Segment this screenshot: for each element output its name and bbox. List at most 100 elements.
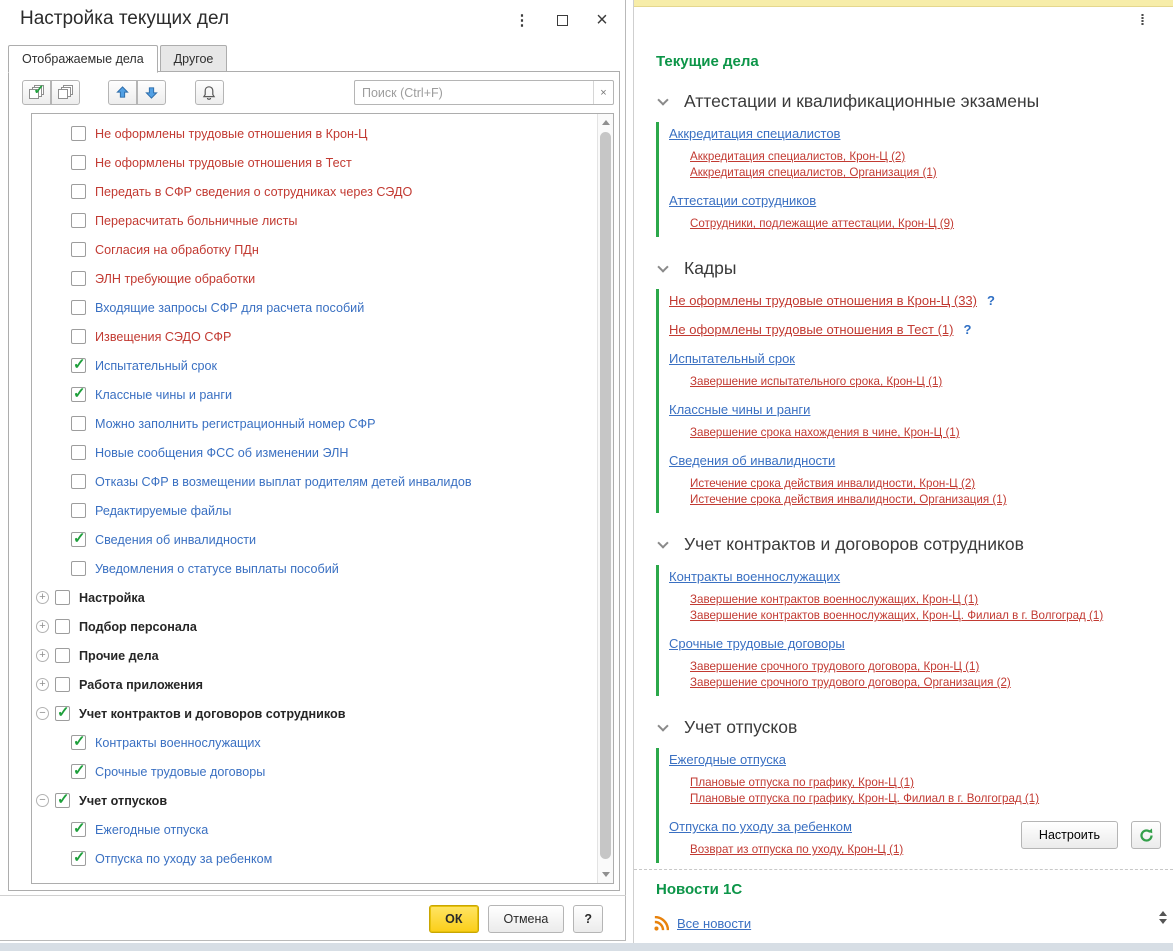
all-news-link[interactable]: Все новости	[677, 916, 751, 931]
task-group-link[interactable]: Не оформлены трудовые отношения в Крон-Ц…	[669, 293, 977, 308]
tab-other[interactable]: Другое	[159, 45, 228, 72]
task-group-link[interactable]: Сведения об инвалидности	[669, 453, 835, 468]
task-item-link[interactable]: Завершение срочного трудового договора, …	[690, 659, 1173, 675]
tree-item-row[interactable]: Редактируемые файлы	[33, 496, 595, 525]
section-header[interactable]: Кадры	[658, 257, 1173, 279]
check-all-button[interactable]: ✓	[22, 80, 51, 105]
tree-group-row[interactable]: − Учет контрактов и договоров сотрудников	[33, 699, 595, 728]
checkbox[interactable]	[71, 474, 86, 489]
move-up-button[interactable]	[108, 80, 138, 105]
tree-group-row[interactable]: + Прочие дела	[33, 641, 595, 670]
tree-item-row[interactable]: Испытательный срок	[33, 351, 595, 380]
search-clear-icon[interactable]: ×	[593, 81, 613, 104]
refresh-button[interactable]	[1131, 821, 1161, 849]
checkbox[interactable]	[71, 416, 86, 431]
expand-icon[interactable]: +	[36, 591, 49, 604]
task-item-link[interactable]: Завершение срочного трудового договора, …	[690, 675, 1173, 691]
help-question-icon[interactable]: ?	[964, 322, 972, 337]
close-icon[interactable]: ×	[589, 8, 615, 32]
checkbox[interactable]	[71, 819, 86, 837]
task-item-link[interactable]: Истечение срока действия инвалидности, К…	[690, 476, 1173, 492]
task-item-link[interactable]: Завершение испытательного срока, Крон-Ц …	[690, 374, 1173, 390]
configure-button[interactable]: Настроить	[1020, 821, 1118, 849]
tree-item-row[interactable]: Контракты военнослужащих	[33, 728, 595, 757]
collapse-icon[interactable]: −	[36, 707, 49, 720]
tree-item-row[interactable]: Не оформлены трудовые отношения в Тест	[33, 148, 595, 177]
task-item-link[interactable]: Завершение контрактов военнослужащих, Кр…	[690, 608, 1173, 624]
tree-item-row[interactable]: Отпуска по уходу за ребенком	[33, 844, 595, 873]
checkbox[interactable]	[71, 561, 86, 576]
checkbox[interactable]	[55, 590, 70, 605]
tree-item-row[interactable]: Сведения об инвалидности	[33, 525, 595, 554]
tree-item-row[interactable]: Входящие запросы СФР для расчета пособий	[33, 293, 595, 322]
checkbox[interactable]	[71, 355, 86, 373]
tree-item-row[interactable]: Согласия на обработку ПДн	[33, 235, 595, 264]
help-button[interactable]: ?	[573, 904, 603, 933]
tree-item-row[interactable]: Не оформлены трудовые отношения в Крон-Ц	[33, 119, 595, 148]
task-group-link[interactable]: Контракты военнослужащих	[669, 569, 840, 584]
checkbox[interactable]	[71, 384, 86, 402]
chevron-down-icon[interactable]	[658, 722, 668, 732]
maximize-icon[interactable]	[549, 8, 575, 32]
tree-group-row[interactable]: − Учет отпусков	[33, 786, 595, 815]
tab-displayed-tasks[interactable]: Отображаемые дела	[8, 45, 158, 73]
task-item-link[interactable]: Плановые отпуска по графику, Крон-Ц. Фил…	[690, 791, 1173, 807]
checkbox[interactable]	[71, 271, 86, 286]
task-item-link[interactable]: Аккредитация специалистов, Организация (…	[690, 165, 1173, 181]
scrollbar-thumb[interactable]	[600, 132, 611, 859]
checkbox[interactable]	[55, 619, 70, 634]
chevron-down-icon[interactable]	[658, 539, 668, 549]
checkbox[interactable]	[71, 213, 86, 228]
tree-item-row[interactable]: ЭЛН требующие обработки	[33, 264, 595, 293]
task-item-link[interactable]: Завершение контрактов военнослужащих, Кр…	[690, 592, 1173, 608]
expand-icon[interactable]: +	[36, 620, 49, 633]
task-item-link[interactable]: Сотрудники, подлежащие аттестации, Крон-…	[690, 216, 1173, 232]
move-down-button[interactable]	[137, 80, 167, 105]
tree-item-row[interactable]: Срочные трудовые договоры	[33, 757, 595, 786]
tree-item-row[interactable]: Классные чины и ранги	[33, 380, 595, 409]
tree-item-row[interactable]: Передать в СФР сведения о сотрудниках че…	[33, 177, 595, 206]
scroll-up-icon[interactable]	[602, 120, 610, 125]
scroll-down-icon[interactable]	[602, 872, 610, 877]
tree-item-row[interactable]: Перерасчитать больничные листы	[33, 206, 595, 235]
section-header[interactable]: Аттестации и квалификационные экзамены	[658, 90, 1173, 112]
chevron-down-icon[interactable]	[658, 263, 668, 273]
scroll-spinner[interactable]	[1159, 911, 1167, 924]
checkbox[interactable]	[71, 300, 86, 315]
section-header[interactable]: Учет отпусков	[658, 716, 1173, 738]
task-group-link[interactable]: Аттестации сотрудников	[669, 193, 816, 208]
tree-scrollbar[interactable]	[597, 114, 613, 883]
task-item-link[interactable]: Истечение срока действия инвалидности, О…	[690, 492, 1173, 508]
window-menu-icon[interactable]: ⋮	[509, 8, 535, 32]
checkbox[interactable]	[55, 703, 70, 721]
task-group-link[interactable]: Ежегодные отпуска	[669, 752, 786, 767]
tree-item-row[interactable]: Извещения СЭДО СФР	[33, 322, 595, 351]
tree-item-row[interactable]: Можно заполнить регистрационный номер СФ…	[33, 409, 595, 438]
panel-menu-icon[interactable]: ⁞	[1140, 12, 1145, 29]
tree-item-row[interactable]: Уведомления о статусе выплаты пособий	[33, 554, 595, 583]
task-group-link[interactable]: Не оформлены трудовые отношения в Тест (…	[669, 322, 954, 337]
checkbox[interactable]	[71, 155, 86, 170]
checkbox[interactable]	[71, 503, 86, 518]
search-input[interactable]	[355, 81, 593, 104]
tree-group-row[interactable]: + Работа приложения	[33, 670, 595, 699]
checkbox[interactable]	[55, 648, 70, 663]
task-item-link[interactable]: Завершение срока нахождения в чине, Крон…	[690, 425, 1173, 441]
tree-group-row[interactable]: + Подбор персонала	[33, 612, 595, 641]
ok-button[interactable]: ОК	[429, 904, 479, 933]
expand-icon[interactable]: +	[36, 649, 49, 662]
tree-group-row[interactable]: + Настройка	[33, 583, 595, 612]
uncheck-all-button[interactable]	[51, 80, 80, 105]
task-item-link[interactable]: Аккредитация специалистов, Крон-Ц (2)	[690, 149, 1173, 165]
checkbox[interactable]	[55, 790, 70, 808]
checkbox[interactable]	[71, 848, 86, 866]
task-group-link[interactable]: Аккредитация специалистов	[669, 126, 840, 141]
task-group-link[interactable]: Классные чины и ранги	[669, 402, 810, 417]
tree-item-row[interactable]: Новые сообщения ФСС об изменении ЭЛН	[33, 438, 595, 467]
expand-icon[interactable]: +	[36, 678, 49, 691]
checkbox[interactable]	[71, 529, 86, 547]
checkbox[interactable]	[55, 677, 70, 692]
chevron-down-icon[interactable]	[658, 96, 668, 106]
notifications-button[interactable]	[194, 80, 224, 105]
task-item-link[interactable]: Плановые отпуска по графику, Крон-Ц (1)	[690, 775, 1173, 791]
